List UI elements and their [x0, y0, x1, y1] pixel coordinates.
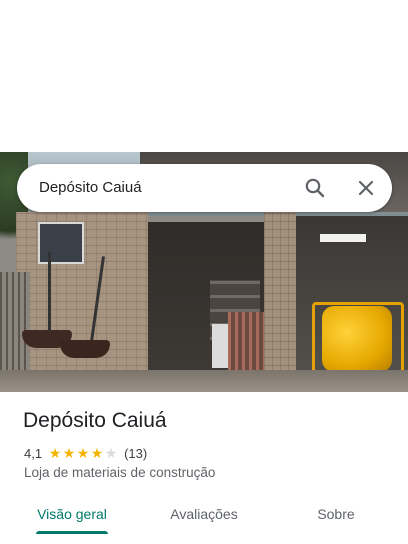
star-icon: ★ — [104, 445, 118, 461]
photo-window — [38, 222, 84, 264]
tab-bar: Visão geral Avaliações Sobre — [0, 496, 408, 536]
tab-about[interactable]: Sobre — [288, 496, 384, 532]
photo-concrete-mixer — [322, 306, 392, 372]
photo-wheelbarrow-handle — [48, 252, 51, 334]
reviews-count[interactable]: (13) — [124, 446, 147, 461]
photo-gate — [0, 272, 30, 372]
star-icon: ★ — [90, 445, 104, 461]
search-icon[interactable] — [303, 176, 327, 200]
photo-chairs — [228, 312, 264, 372]
search-bar[interactable]: Depósito Caiuá — [17, 164, 392, 212]
star-icon: ★ — [76, 445, 90, 461]
tab-reviews[interactable]: Avaliações — [156, 496, 252, 532]
place-title: Depósito Caiuá — [23, 409, 167, 432]
star-icon: ★ — [62, 445, 76, 461]
rating-value: 4,1 — [24, 445, 43, 461]
search-input[interactable]: Depósito Caiuá — [39, 164, 142, 212]
place-category: Loja de materiais de construção — [24, 465, 216, 480]
photo-wheelbarrow — [60, 340, 110, 358]
photo-floor — [0, 370, 408, 392]
active-tab-indicator — [36, 531, 108, 534]
rating-row[interactable]: 4,1 ★ ★ ★ ★ ★ (13) — [24, 444, 147, 462]
close-icon[interactable] — [354, 176, 378, 200]
tab-overview[interactable]: Visão geral — [24, 496, 120, 532]
star-icon: ★ — [48, 445, 62, 461]
photo-ceiling-light — [320, 234, 366, 242]
rating-stars: ★ ★ ★ ★ ★ — [48, 446, 118, 460]
photo-pillar — [264, 212, 296, 390]
